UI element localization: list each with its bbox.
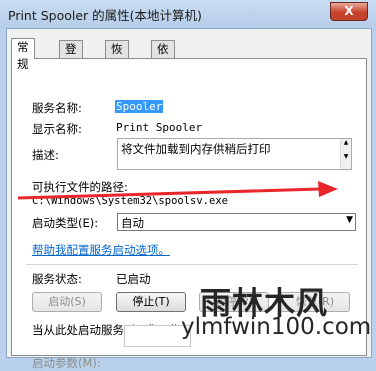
display-name-value[interactable]: Print Spooler — [116, 121, 202, 134]
start-button[interactable]: 启动(S) — [32, 292, 102, 312]
description-field[interactable]: 将文件加载到内存供稍后打印 ▲ ▼ — [117, 138, 352, 170]
service-status-label: 服务状态: — [32, 272, 82, 286]
description-scrollbar[interactable]: ▲ ▼ — [340, 139, 351, 169]
tab-general[interactable]: 常规 — [11, 38, 35, 71]
service-name-value[interactable]: Spooler — [115, 100, 164, 113]
startup-type-label: 启动类型(E): — [32, 216, 99, 230]
display-name-label: 显示名称: — [32, 122, 82, 136]
title-bar: Print Spooler 的属性(本地计算机) X — [0, 0, 376, 28]
description-label: 描述: — [32, 148, 59, 162]
startup-type-value: 自动 — [121, 216, 144, 230]
start-params-label: 启动参数(M): — [32, 356, 101, 370]
service-name-label: 服务名称: — [32, 101, 82, 115]
watermark-en: ylmfwin100.com — [181, 314, 372, 340]
tab-dependencies[interactable]: 依存关系 — [151, 40, 175, 107]
stop-button[interactable]: 停止(T) — [116, 292, 186, 312]
window-title: Print Spooler 的属性(本地计算机) — [8, 8, 202, 23]
description-value: 将文件加载到内存供稍后打印 — [121, 142, 271, 156]
divider — [26, 264, 358, 265]
startup-type-select[interactable]: 自动 ▼ — [117, 213, 356, 231]
close-button[interactable]: X — [330, 2, 368, 21]
dropdown-arrow-icon: ▼ — [346, 215, 353, 225]
help-configure-link[interactable]: 帮助我配置服务启动选项。 — [32, 242, 170, 258]
service-status-value: 已启动 — [116, 272, 151, 286]
exe-path-label: 可执行文件的路径: — [32, 180, 128, 194]
tab-recovery[interactable]: 恢复 — [105, 40, 129, 73]
exe-path-value: C:\Windows\System32\spoolsv.exe — [32, 195, 228, 207]
tab-logon[interactable]: 登录 — [59, 40, 83, 73]
